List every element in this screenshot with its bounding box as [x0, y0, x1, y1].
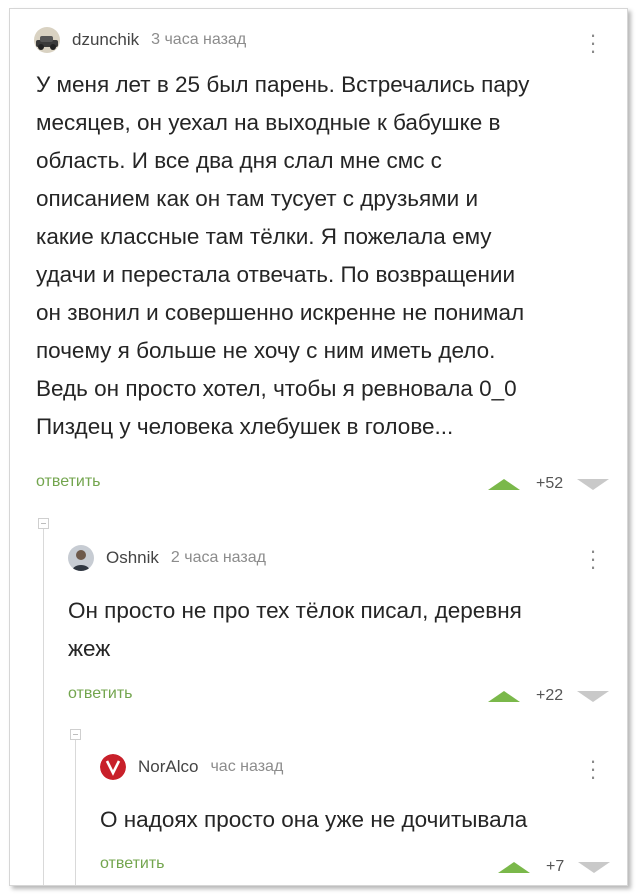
collapse-thread-button[interactable] [38, 518, 49, 529]
more-options-icon[interactable]: · · · [583, 540, 603, 578]
collapse-thread-button[interactable] [70, 729, 81, 740]
comment-time: 3 часа назад [151, 31, 247, 48]
comment-score: +52 [536, 475, 564, 492]
more-options-icon[interactable]: · · · [583, 750, 603, 788]
comment-header: dzunchik 3 часа назад [34, 27, 246, 53]
reply-button[interactable]: ответить [36, 473, 101, 491]
reply-button[interactable]: ответить [100, 855, 165, 873]
comment-score: +7 [546, 858, 565, 875]
downvote-icon[interactable] [578, 861, 611, 873]
comment-text: О надоях просто она уже не дочитывала [100, 807, 528, 832]
comment-time: час назад [210, 758, 284, 775]
comment-text: Он просто не про тех тёлок писал, деревн… [68, 598, 522, 661]
comment-text: У меня лет в 25 был парень. Встречались … [36, 72, 530, 439]
vote-controls: +7 [498, 858, 611, 876]
comments-panel: dzunchik 3 часа назад · · · У меня лет в 2… [9, 8, 628, 886]
reply-button[interactable]: ответить [68, 685, 133, 703]
downvote-icon[interactable] [577, 478, 610, 490]
downvote-icon[interactable] [577, 690, 610, 702]
person-avatar-icon[interactable] [68, 545, 94, 571]
comment-header: Oshnik 2 часа назад [68, 545, 266, 571]
comment-header: NorAlco час назад [100, 754, 283, 780]
comment-time: 2 часа назад [170, 549, 266, 566]
logo-avatar-icon[interactable] [100, 754, 126, 780]
upvote-icon[interactable] [488, 478, 520, 490]
comment-author[interactable]: dzunchik [72, 30, 139, 50]
upvote-icon[interactable] [498, 861, 530, 873]
car-avatar-icon[interactable] [34, 27, 60, 53]
comment-author[interactable]: NorAlco [138, 757, 198, 777]
more-options-icon[interactable]: · · · [583, 24, 603, 62]
vote-controls: +22 [488, 687, 610, 705]
upvote-icon[interactable] [488, 690, 520, 702]
thread-line [43, 529, 44, 885]
thread-line [75, 740, 76, 885]
vote-controls: +52 [488, 475, 610, 493]
comment-author[interactable]: Oshnik [106, 548, 159, 568]
comment-score: +22 [536, 687, 564, 704]
